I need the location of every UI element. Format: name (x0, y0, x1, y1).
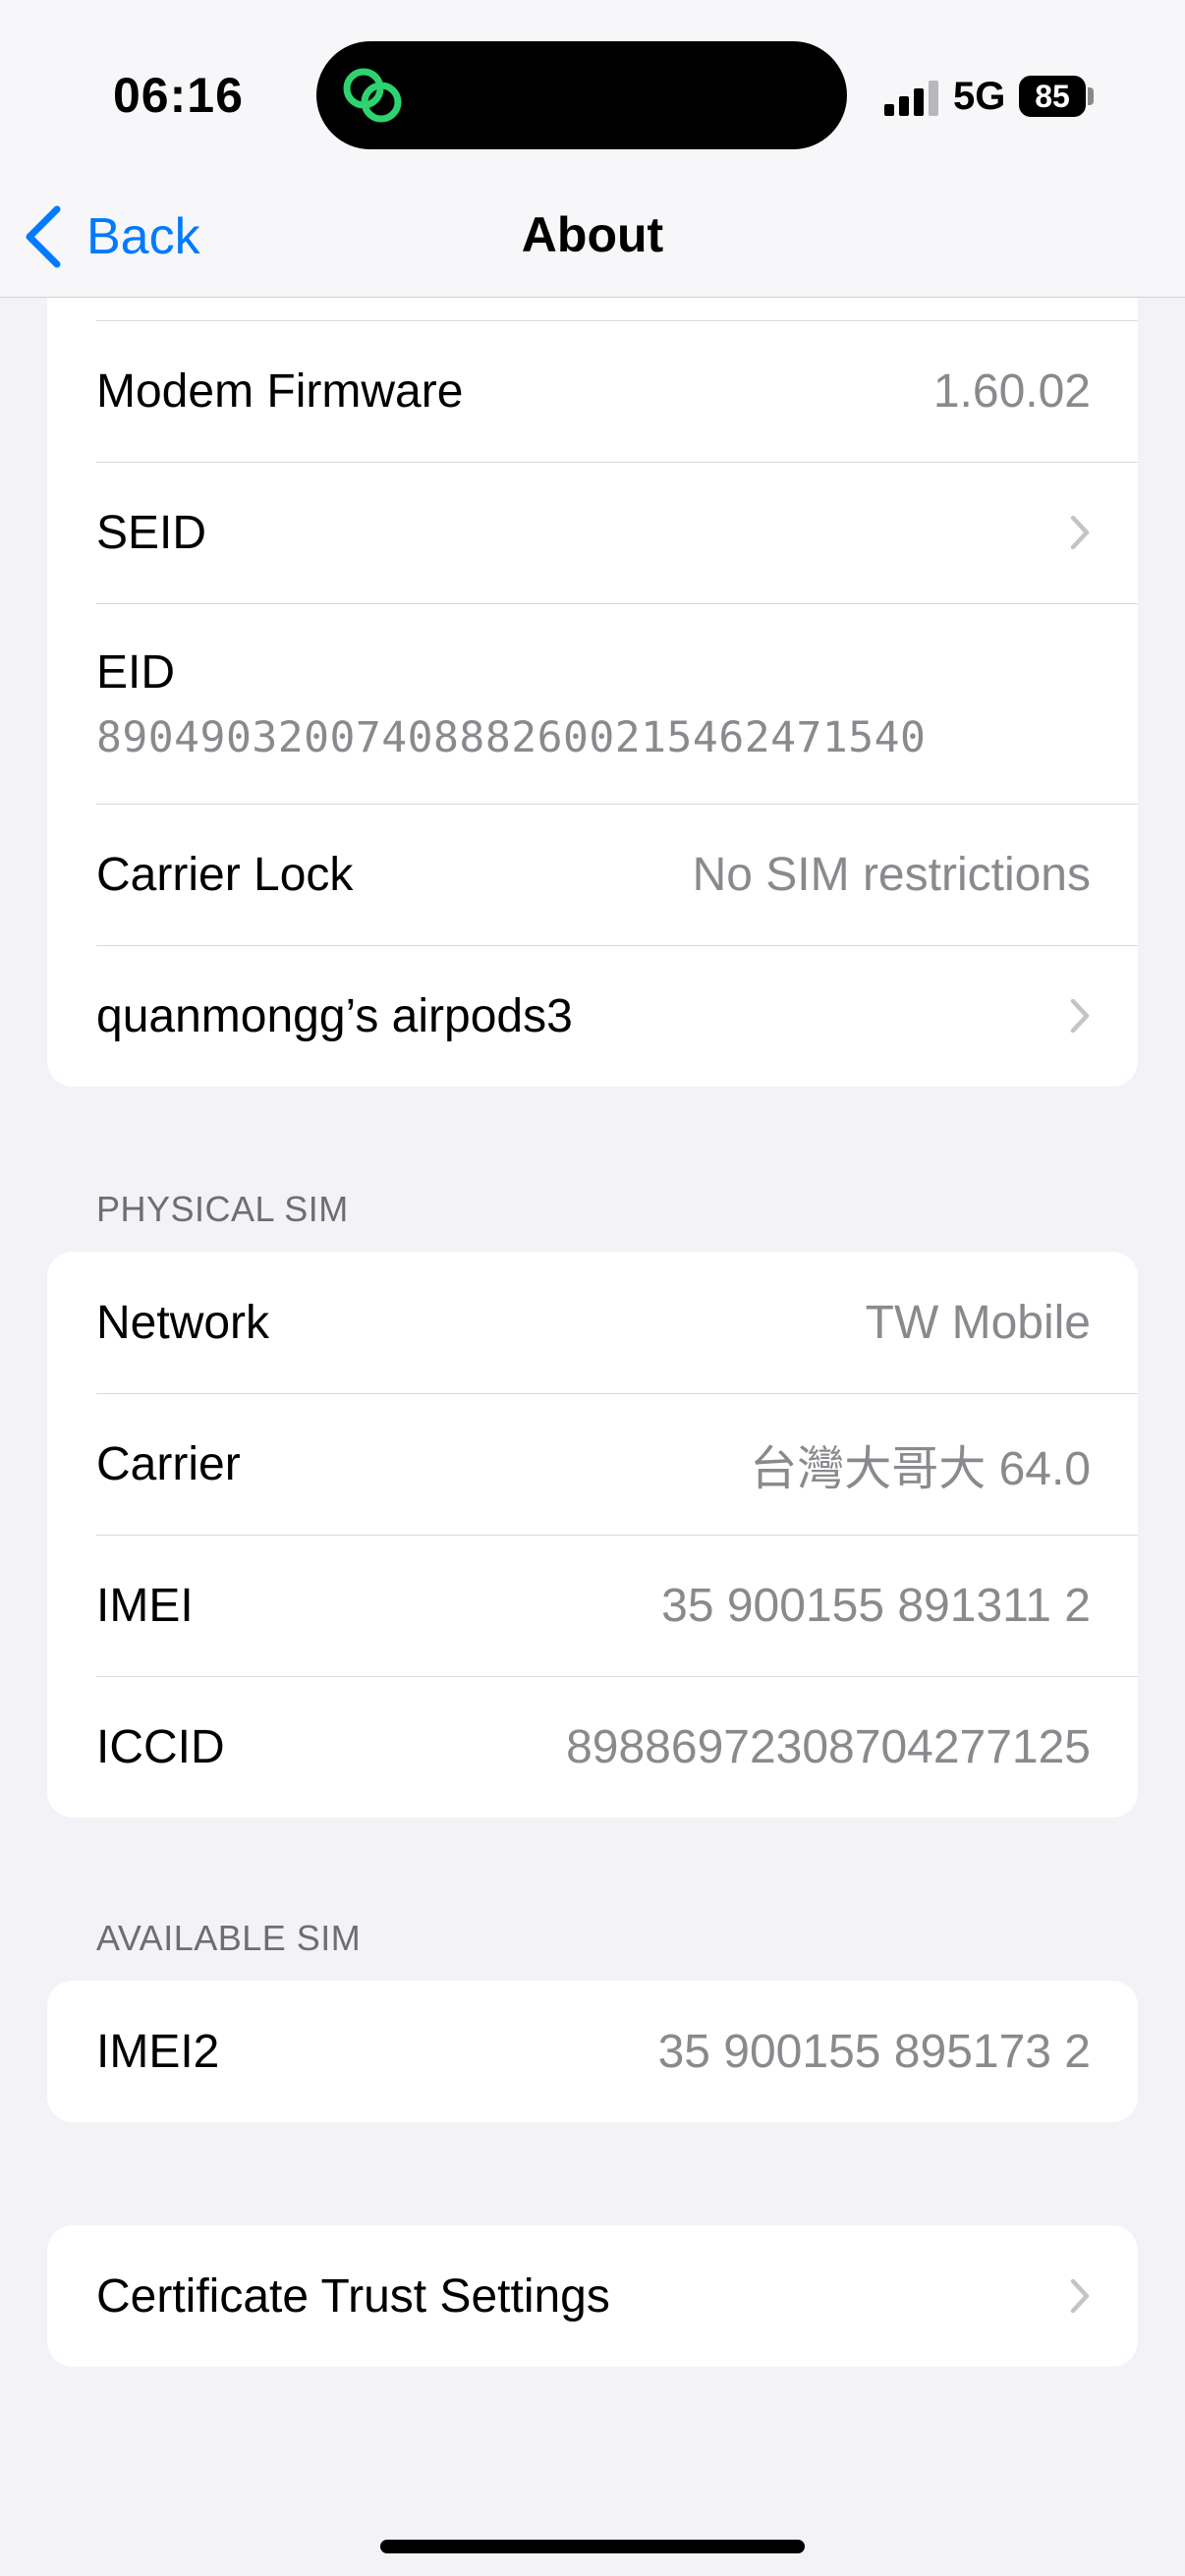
eid-label: EID (96, 645, 176, 699)
certificate-trust-settings-row[interactable]: Certificate Trust Settings (47, 2225, 1138, 2367)
navigation-bar: Back About (0, 177, 1185, 298)
modem-firmware-value: 1.60.02 (932, 364, 1091, 418)
modem-firmware-label: Modem Firmware (96, 364, 464, 418)
imei2-row: IMEI2 35 900155 895173 2 (47, 1981, 1138, 2122)
link-app-icon (343, 68, 402, 123)
about-info-group: Modem Firmware 1.60.02 SEID EID 89049032… (47, 248, 1138, 1087)
eid-value: 89049032007408882600215462471540 (96, 712, 927, 762)
status-bar: 06:16 5G 85 (0, 0, 1185, 177)
carrier-value: 台灣大哥大 64.0 (750, 1443, 1091, 1495)
status-time: 06:16 (113, 68, 244, 123)
eid-row: EID 89049032007408882600215462471540 (47, 603, 1138, 804)
network-value: TW Mobile (865, 1296, 1091, 1349)
cellular-signal-icon (884, 77, 943, 116)
carrier-lock-value: No SIM restrictions (692, 848, 1091, 901)
physical-sim-header: PHYSICAL SIM (96, 1189, 349, 1229)
imei-row: IMEI 35 900155 891311 2 (47, 1535, 1138, 1676)
iccid-value: 89886972308704277125 (566, 1720, 1091, 1773)
battery-tip (1088, 87, 1094, 105)
modem-firmware-row: Modem Firmware 1.60.02 (47, 320, 1138, 462)
chevron-right-icon (1070, 515, 1090, 550)
seid-label: SEID (96, 506, 207, 559)
battery-icon: 85 (1019, 76, 1086, 117)
home-indicator[interactable] (380, 2540, 805, 2553)
imei2-label: IMEI2 (96, 2025, 220, 2078)
carrier-label: Carrier (96, 1437, 241, 1490)
airpods-label: quanmongg’s airpods3 (96, 989, 573, 1042)
network-type-label: 5G (953, 75, 1006, 118)
seid-row[interactable]: SEID (47, 462, 1138, 603)
carrier-lock-label: Carrier Lock (96, 848, 354, 901)
iccid-row: ICCID 89886972308704277125 (47, 1676, 1138, 1818)
carrier-lock-row: Carrier Lock No SIM restrictions (47, 804, 1138, 945)
certificate-trust-settings-label: Certificate Trust Settings (96, 2269, 610, 2323)
screen: 06:16 5G 85 Back About Modem Firmware 1.… (0, 0, 1185, 2576)
chevron-right-icon (1070, 2278, 1090, 2314)
carrier-row: Carrier 台灣大哥大 64.0 (47, 1393, 1138, 1535)
physical-sim-group: Network TW Mobile Carrier 台灣大哥大 64.0 IME… (47, 1252, 1138, 1818)
network-label: Network (96, 1296, 270, 1349)
airpods-row[interactable]: quanmongg’s airpods3 (47, 945, 1138, 1087)
page-title: About (521, 207, 664, 262)
imei-label: IMEI (96, 1579, 194, 1632)
chevron-right-icon (1070, 998, 1090, 1034)
network-row: Network TW Mobile (47, 1252, 1138, 1393)
iccid-label: ICCID (96, 1720, 225, 1773)
available-sim-header: AVAILABLE SIM (96, 1918, 362, 1958)
imei-value: 35 900155 891311 2 (661, 1579, 1091, 1632)
dynamic-island[interactable] (316, 41, 847, 149)
imei2-value: 35 900155 895173 2 (657, 2025, 1091, 2078)
available-sim-group: IMEI2 35 900155 895173 2 (47, 1981, 1138, 2122)
certificate-group: Certificate Trust Settings (47, 2225, 1138, 2367)
